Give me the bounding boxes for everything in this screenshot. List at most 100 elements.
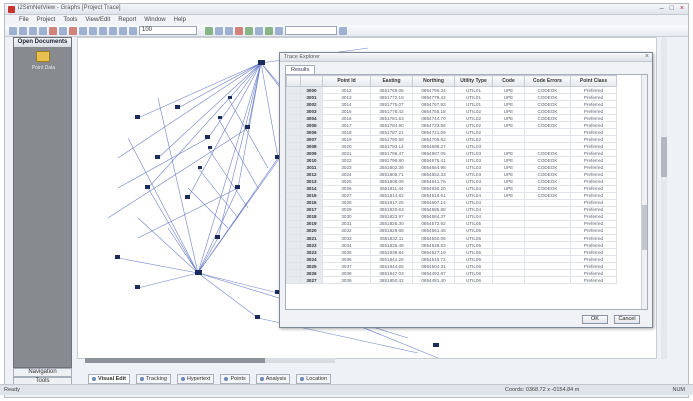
- table-cell[interactable]: Preferred: [570, 121, 617, 130]
- row-header[interactable]: [286, 226, 301, 235]
- table-cell[interactable]: 3027: [300, 276, 323, 285]
- table-cell[interactable]: [492, 226, 525, 235]
- table-row[interactable]: 3024 3036 3551841.26 0854515.72 UTIL06 Prefer…: [286, 255, 617, 264]
- table-cell[interactable]: 3037: [322, 262, 371, 271]
- column-header[interactable]: Easting: [370, 75, 413, 87]
- table-cell[interactable]: [524, 219, 571, 228]
- table-cell[interactable]: [524, 135, 571, 144]
- table-row[interactable]: 3023 3035 3551838.84 0854527.19 UTIL05 Prefer…: [286, 248, 617, 257]
- table-cell[interactable]: UTIL05: [454, 219, 493, 228]
- column-header[interactable]: Code: [492, 75, 525, 87]
- table-row[interactable]: 3006 3018 3551787.21 0854721.09 UTIL02 Prefer…: [286, 128, 617, 137]
- table-cell[interactable]: 3551838.84: [370, 248, 413, 257]
- table-cell[interactable]: UPE: [492, 85, 525, 95]
- document-label[interactable]: Point Data: [18, 65, 69, 71]
- table-cell[interactable]: 3015: [300, 191, 323, 200]
- table-cell[interactable]: 3024: [300, 255, 323, 264]
- table-cell[interactable]: Preferred: [570, 255, 617, 264]
- tab-visual-edit[interactable]: Visual Edit: [88, 374, 131, 384]
- table-cell[interactable]: Preferred: [570, 85, 617, 95]
- column-header[interactable]: Utility Type: [454, 75, 493, 87]
- table-cell[interactable]: UTIL05: [454, 248, 493, 257]
- table-cell[interactable]: 3028: [322, 198, 371, 207]
- row-header[interactable]: [286, 128, 301, 137]
- cut-icon[interactable]: [49, 26, 57, 35]
- table-row[interactable]: 3014 3026 3551811.44 0854630.20 UTIL04 UPE COD…: [286, 184, 617, 193]
- zoom-in-icon[interactable]: [79, 26, 87, 35]
- row-header[interactable]: [286, 248, 301, 257]
- table-cell[interactable]: UPE: [492, 100, 525, 109]
- table-cell[interactable]: Preferred: [570, 107, 617, 116]
- table-cell[interactable]: [492, 276, 525, 285]
- table-cell[interactable]: [524, 128, 571, 137]
- table-cell[interactable]: [524, 276, 571, 285]
- ok-button[interactable]: OK: [582, 315, 608, 324]
- table-row[interactable]: 3001 3013 3551772.19 0854779.42 UTIL01 UPE COD…: [286, 93, 617, 102]
- results-grid[interactable]: Point Id Easting Northing Utility Type C…: [285, 74, 648, 310]
- table-cell[interactable]: 3551850.42: [370, 276, 413, 285]
- table-cell[interactable]: [492, 198, 525, 207]
- row-header[interactable]: [286, 170, 301, 179]
- table-cell[interactable]: 3018: [300, 212, 323, 221]
- table-cell[interactable]: 3026: [300, 269, 323, 278]
- table-cell[interactable]: UTIL02: [454, 121, 493, 130]
- row-header[interactable]: [286, 233, 301, 243]
- zoom-out-icon[interactable]: [89, 26, 97, 35]
- table-cell[interactable]: 3551775.07: [370, 100, 413, 109]
- table-cell[interactable]: 3023: [300, 248, 323, 257]
- table-cell[interactable]: Preferred: [570, 233, 617, 243]
- table-cell[interactable]: [492, 135, 525, 144]
- table-cell[interactable]: 3551823.97: [370, 212, 413, 221]
- table-cell[interactable]: 0854755.18: [412, 107, 455, 116]
- table-cell[interactable]: Preferred: [570, 135, 617, 144]
- table-cell[interactable]: 3006: [300, 128, 323, 137]
- row-header[interactable]: [286, 219, 301, 228]
- table-cell[interactable]: 3020: [322, 142, 371, 151]
- zoom-window-icon[interactable]: [109, 26, 117, 35]
- table-cell[interactable]: 3551781.63: [370, 114, 413, 123]
- table-cell[interactable]: 3031: [322, 219, 371, 228]
- select-icon[interactable]: [69, 26, 77, 35]
- table-cell[interactable]: [524, 205, 571, 214]
- table-cell[interactable]: 3004: [300, 114, 323, 123]
- table-cell[interactable]: UPE: [492, 184, 525, 193]
- table-cell[interactable]: 3002: [300, 100, 323, 109]
- table-cell[interactable]: 0854481.40: [412, 276, 455, 285]
- table-cell[interactable]: Preferred: [570, 100, 617, 109]
- table-cell[interactable]: 3022: [300, 241, 323, 250]
- zoom-combo[interactable]: 100: [139, 26, 197, 35]
- table-cell[interactable]: UTIL04: [454, 191, 493, 200]
- table-row[interactable]: 3019 3031 3551826.30 0854572.92 UTIL05 Prefer…: [286, 219, 617, 228]
- pan-icon[interactable]: [119, 26, 127, 35]
- table-cell[interactable]: Preferred: [570, 276, 617, 285]
- table-cell[interactable]: 0854641.76: [412, 177, 455, 186]
- table-cell[interactable]: CODEOK: [524, 170, 571, 179]
- table-cell[interactable]: [492, 219, 525, 228]
- table-cell[interactable]: 3551826.30: [370, 219, 413, 228]
- table-cell[interactable]: [524, 269, 571, 278]
- layer-combo[interactable]: [285, 26, 337, 35]
- table-cell[interactable]: 3551847.03: [370, 269, 413, 278]
- table-cell[interactable]: 3551832.11: [370, 233, 413, 243]
- row-header[interactable]: [286, 100, 301, 109]
- table-row[interactable]: 3002 3014 3551775.07 0854767.93 UTIL01 UPE COD…: [286, 100, 617, 109]
- table-cell[interactable]: UTIL04: [454, 184, 493, 193]
- document-icon[interactable]: [36, 51, 50, 62]
- table-cell[interactable]: UPE: [492, 170, 525, 179]
- scroll-thumb[interactable]: [661, 137, 667, 177]
- table-cell[interactable]: 0854607.14: [412, 198, 455, 207]
- row-header[interactable]: [286, 114, 301, 123]
- table-cell[interactable]: 0854664.98: [412, 163, 455, 172]
- table-cell[interactable]: 3551805.71: [370, 170, 413, 179]
- open-icon[interactable]: [19, 26, 27, 35]
- canvas-horizontal-scrollbar[interactable]: [85, 358, 335, 363]
- row-header[interactable]: [286, 121, 301, 130]
- menu-file[interactable]: File: [19, 17, 29, 23]
- table-cell[interactable]: 0854709.62: [412, 135, 455, 144]
- table-cell[interactable]: [492, 233, 525, 243]
- row-header[interactable]: [286, 149, 301, 158]
- table-cell[interactable]: UPE: [492, 93, 525, 102]
- table-cell[interactable]: Preferred: [570, 114, 617, 123]
- table-cell[interactable]: UTIL02: [454, 107, 493, 116]
- table-cell[interactable]: UPE: [492, 191, 525, 200]
